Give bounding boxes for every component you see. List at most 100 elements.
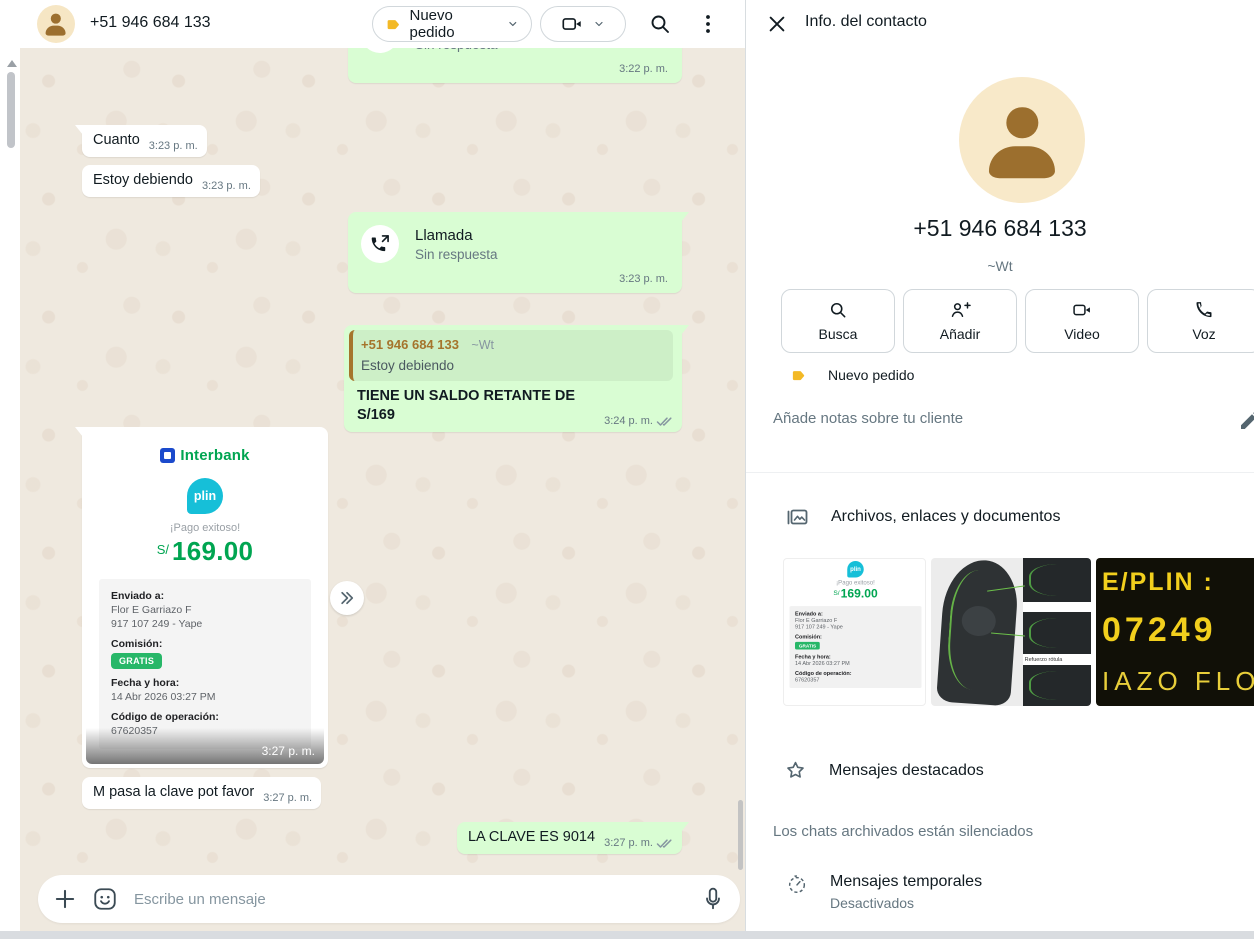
knee-sleeve-graphic: [936, 558, 1020, 706]
left-scrollbar[interactable]: [7, 72, 15, 148]
message-time: 3:24 p. m.: [604, 415, 673, 427]
video-call-button[interactable]: [540, 6, 626, 42]
chat-label-row[interactable]: Nuevo pedido: [790, 367, 914, 383]
avatar[interactable]: [37, 5, 75, 43]
message-call-cut[interactable]: Llamada Sin respuesta 3:22 p. m.: [348, 48, 682, 83]
label-tag-icon: [385, 17, 402, 32]
whatsapp-window: +51 946 684 133 Nuevo pedido Llamada: [0, 0, 1254, 939]
payment-status: ¡Pago exitoso!: [86, 522, 324, 534]
search-chat-button[interactable]: Busca: [781, 289, 895, 353]
receipt-details: Enviado a: Flor E Garriazo F 917 107 249…: [99, 579, 311, 749]
search-icon[interactable]: [648, 12, 672, 36]
message-text: Cuanto: [93, 131, 140, 150]
contact-info-panel: Info. del contacto +51 946 684 133 ~Wt B…: [746, 0, 1254, 931]
message-time: 3:22 p. m.: [361, 63, 668, 75]
chat-scrollbar[interactable]: [738, 800, 743, 870]
starred-messages-row[interactable]: Mensajes destacados: [784, 759, 984, 782]
voice-call-button[interactable]: Voz: [1147, 289, 1254, 353]
free-fee-badge: GRATIS: [111, 653, 162, 669]
media-links-docs-row[interactable]: Archivos, enlaces y documentos: [785, 505, 1060, 529]
media-thumb-receipt[interactable]: plin ¡Pago exitoso! S/169.00 Enviado a: …: [783, 558, 926, 706]
attach-plus-icon[interactable]: [52, 886, 78, 912]
payment-amount: S/169.00: [86, 536, 324, 567]
kebab-menu-icon[interactable]: [696, 12, 720, 36]
mic-icon[interactable]: [700, 886, 726, 912]
chat-list-edge: [0, 0, 20, 931]
client-notes-field[interactable]: Añade notas sobre tu cliente: [773, 410, 1233, 427]
chevron-down-icon: [593, 18, 605, 30]
call-title: Llamada: [415, 227, 498, 244]
chat-conversation: Llamada Sin respuesta 3:22 p. m. Cuanto …: [20, 48, 745, 931]
contact-phone: +51 946 684 133: [746, 215, 1254, 242]
contact-about: ~Wt: [746, 258, 1254, 274]
call-made-icon: [361, 225, 399, 263]
section-divider: [746, 472, 1254, 473]
message-outgoing[interactable]: LA CLAVE ES 9014 3:27 p. m.: [457, 822, 682, 854]
chat-label-text: Nuevo pedido: [828, 367, 914, 383]
message-text: M pasa la clave pot favor: [93, 783, 254, 802]
forward-icon: [338, 589, 356, 607]
person-icon: [984, 102, 1060, 178]
message-incoming[interactable]: Cuanto 3:23 p. m.: [82, 125, 207, 157]
label-tag-icon: [790, 368, 807, 383]
add-contact-button[interactable]: Añadir: [903, 289, 1017, 353]
message-time: 3:23 p. m.: [149, 140, 198, 152]
order-label-button[interactable]: Nuevo pedido: [372, 6, 532, 42]
media-thumbnails: plin ¡Pago exitoso! S/169.00 Enviado a: …: [783, 558, 1254, 706]
message-time: 3:27 p. m.: [262, 744, 315, 758]
video-camera-icon: [1071, 300, 1093, 320]
plin-logo: plin: [187, 478, 223, 514]
media-thumb-payment-info[interactable]: E/PLIN : 07249 IAZO FLO: [1096, 558, 1254, 706]
product-caption: Refuerzo rótula: [1023, 657, 1060, 664]
quote-sender: +51 946 684 133: [361, 337, 459, 352]
video-camera-icon: [561, 13, 583, 35]
disappearing-messages-row[interactable]: Mensajes temporales Desactivados: [786, 873, 982, 911]
message-text: Estoy debiendo: [93, 171, 193, 190]
phone-icon: [1194, 300, 1214, 320]
panel-title: Info. del contacto: [805, 13, 927, 31]
quote-text: Estoy debiendo: [361, 358, 663, 373]
message-composer: [38, 875, 740, 923]
video-call-button[interactable]: Video: [1025, 289, 1139, 353]
call-subtitle: Sin respuesta: [415, 247, 498, 262]
close-icon[interactable]: [766, 13, 788, 35]
message-input[interactable]: [132, 890, 686, 909]
message-text: TIENE UN SALDO RETANTE DE S/169: [357, 387, 595, 425]
chat-title-phone[interactable]: +51 946 684 133: [90, 14, 211, 32]
chat-header: +51 946 684 133 Nuevo pedido: [0, 0, 745, 48]
person-icon: [45, 13, 68, 36]
call-subtitle: Sin respuesta: [415, 48, 498, 52]
order-label-text: Nuevo pedido: [410, 7, 500, 41]
forward-message-button[interactable]: [330, 581, 364, 615]
horizontal-scrollbar[interactable]: [0, 931, 1254, 939]
chevron-down-icon: [507, 18, 519, 30]
media-thumb-product[interactable]: Refuerzo rótula: [931, 558, 1091, 706]
edit-notes-icon[interactable]: [1238, 408, 1254, 432]
message-text: LA CLAVE ES 9014: [468, 828, 595, 847]
contact-info-header: Info. del contacto: [746, 0, 1254, 48]
person-add-icon: [949, 300, 971, 320]
quote-sender-about: ~Wt: [471, 338, 494, 352]
call-made-icon: [361, 48, 399, 53]
contact-actions: Busca Añadir Video Voz: [781, 289, 1254, 353]
message-time: 3:27 p. m.: [263, 792, 312, 804]
search-icon: [828, 300, 848, 320]
payment-receipt-image[interactable]: Interbank plin ¡Pago exitoso! S/169.00 E…: [86, 431, 324, 764]
message-image[interactable]: Interbank plin ¡Pago exitoso! S/169.00 E…: [82, 427, 328, 768]
message-incoming[interactable]: M pasa la clave pot favor 3:27 p. m.: [82, 777, 321, 809]
contact-avatar[interactable]: [959, 77, 1085, 203]
delivered-checks-icon: [656, 838, 673, 849]
emoji-icon[interactable]: [92, 886, 118, 912]
quoted-message[interactable]: +51 946 684 133 ~Wt Estoy debiendo: [349, 330, 673, 381]
interbank-logo-icon: [160, 448, 175, 463]
scroll-up-arrow[interactable]: [7, 60, 17, 67]
message-time: 3:27 p. m.: [604, 837, 673, 849]
plin-logo: plin: [847, 561, 864, 578]
message-with-quote[interactable]: +51 946 684 133 ~Wt Estoy debiendo TIENE…: [344, 325, 682, 432]
bank-name: Interbank: [180, 447, 249, 464]
media-gallery-icon: [785, 505, 809, 529]
delivered-checks-icon: [656, 416, 673, 427]
message-incoming[interactable]: Estoy debiendo 3:23 p. m.: [82, 165, 260, 197]
message-call[interactable]: Llamada Sin respuesta 3:23 p. m.: [348, 212, 682, 293]
message-time: 3:23 p. m.: [202, 180, 251, 192]
